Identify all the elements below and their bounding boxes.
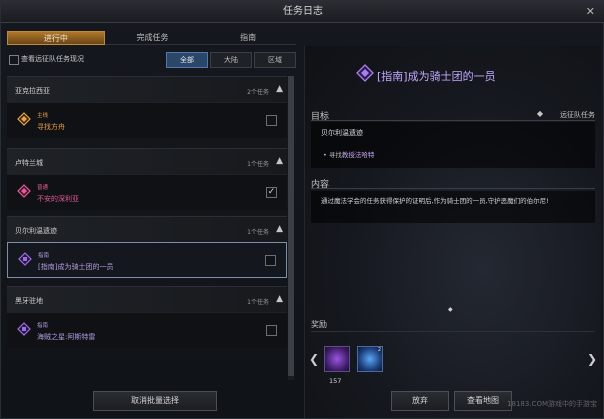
objective-item: • 寻找教授法哈特	[323, 149, 374, 159]
close-icon[interactable]: ✕	[586, 1, 595, 23]
objective-npc-link[interactable]: 教授法哈特	[342, 151, 375, 159]
scope-all-button[interactable]: 全部	[166, 52, 208, 68]
group-count: 1个任务	[247, 161, 269, 168]
group-title: 黑牙驻地	[15, 297, 43, 305]
group-title: 亚克拉西亚	[15, 87, 50, 95]
guide-quest-emblem-icon	[356, 64, 374, 82]
tab-completed[interactable]: 完成任务	[104, 31, 201, 45]
content-box: 通过魔法学会的任务获得保护的证明后,作为骑士团的一员,守护恶魔们的伯尔尼!	[311, 191, 595, 223]
scope-continent-button[interactable]: 大陆	[210, 52, 252, 68]
party-mission-label: 远征队任务	[560, 111, 595, 119]
group-title: 卢特兰城	[15, 159, 43, 167]
reward-next-arrow-icon[interactable]: ❯	[587, 352, 597, 366]
quest-name: 不安的深利亚	[37, 195, 79, 203]
collapse-icon[interactable]: ▲	[276, 294, 283, 304]
objective-title: 贝尔利温遗迹	[321, 129, 363, 137]
quest-name: 海贼之星:阿斯特雷	[37, 333, 96, 341]
scrollbar-thumb[interactable]	[288, 76, 294, 376]
objective-box: 贝尔利温遗迹 • 寻找教授法哈特	[311, 122, 595, 168]
scope-region-button[interactable]: 区域	[254, 52, 296, 68]
quest-list: 亚克拉西亚 2个任务 ▲ 主线 寻找方舟 卢特兰城 1个任务 ▲ 普通 不安的深…	[7, 76, 287, 380]
objective-prefix: • 寻找	[323, 151, 342, 159]
reward-badge: 2	[377, 347, 381, 353]
reward-prev-arrow-icon[interactable]: ❮	[309, 352, 319, 366]
filter-row: 查看远征队任务现况 全部 大陆 区域	[7, 52, 296, 68]
quest-checkbox[interactable]	[265, 255, 276, 266]
group-count: 2个任务	[247, 89, 269, 96]
quest-checkbox[interactable]	[266, 115, 277, 126]
checkmark-icon: ✓	[267, 187, 276, 197]
reward-item-slot[interactable]: 2	[357, 346, 383, 372]
reward-count: 157	[329, 377, 342, 385]
divider	[311, 188, 595, 189]
quest-title: [指南]成为骑士团的一员	[377, 70, 496, 83]
group-header[interactable]: 亚克拉西亚 2个任务 ▲	[7, 76, 287, 102]
quest-type: 指南	[37, 323, 49, 329]
divider	[311, 331, 595, 332]
scope-filter: 全部 大陆 区域	[166, 52, 296, 68]
quest-type: 普通	[37, 185, 49, 191]
tab-guide[interactable]: 指南	[200, 31, 297, 45]
quest-log-window: 任务日志 ✕ 进行中 完成任务 指南 查看远征队任务现况 全部 大陆 区域 亚克…	[0, 0, 604, 419]
group-count: 1个任务	[247, 299, 269, 306]
view-party-label: 查看远征队任务现况	[21, 55, 84, 63]
guide-quest-icon	[17, 322, 31, 336]
group-count: 1个任务	[247, 229, 269, 236]
watermark: 18183.COM游戏中的手游宝	[507, 400, 597, 408]
quest-name: [指南]成为骑士团的一员	[38, 263, 114, 271]
collapse-icon[interactable]: ▲	[276, 156, 283, 166]
title-bar: 任务日志 ✕	[1, 1, 604, 23]
abandon-button[interactable]: 放弃	[391, 391, 449, 411]
quest-list-scrollbar[interactable]	[288, 76, 294, 380]
content-text: 通过魔法学会的任务获得保护的证明后,作为骑士团的一员,守护恶魔们的伯尔尼!	[321, 197, 549, 205]
quest-tabs: 进行中 完成任务 指南	[7, 31, 297, 45]
reward-label: 奖励	[311, 320, 327, 329]
group-header[interactable]: 黑牙驻地 1个任务 ▲	[7, 286, 287, 312]
quest-type: 主线	[37, 113, 49, 119]
group-title: 贝尔利温遗迹	[15, 227, 57, 235]
quest-detail-panel: [指南]成为骑士团的一员 目标 ◆ 远征队任务 贝尔利温遗迹 • 寻找教授法哈特…	[304, 46, 601, 418]
group-header[interactable]: 卢特兰城 1个任务 ▲	[7, 148, 287, 174]
view-party-checkbox[interactable]	[9, 55, 19, 65]
quest-item[interactable]: 主线 寻找方舟	[7, 102, 287, 138]
quest-checkbox[interactable]	[266, 325, 277, 336]
divider	[311, 120, 595, 121]
view-map-button[interactable]: 查看地图	[454, 391, 512, 411]
cancel-batch-select-button[interactable]: 取消批量选择	[93, 391, 217, 411]
quest-item[interactable]: 指南 海贼之星:阿斯特雷	[7, 312, 287, 348]
main-quest-icon	[17, 112, 31, 126]
quest-type: 指南	[38, 253, 50, 259]
quest-item[interactable]: 普通 不安的深利亚 ✓	[7, 174, 287, 210]
quest-item-selected[interactable]: 指南 [指南]成为骑士团的一员	[7, 242, 287, 278]
reward-item-slot[interactable]	[324, 346, 350, 372]
guide-quest-icon	[18, 252, 32, 266]
divider-ornament-icon: ◆	[448, 306, 453, 313]
collapse-icon[interactable]: ▲	[276, 84, 283, 94]
collapse-icon[interactable]: ▲	[276, 224, 283, 234]
group-header[interactable]: 贝尔利温遗迹 1个任务 ▲	[7, 216, 287, 242]
quest-checkbox[interactable]: ✓	[266, 187, 277, 198]
quest-name: 寻找方舟	[37, 123, 65, 131]
normal-quest-icon	[17, 184, 31, 198]
window-title: 任务日志	[283, 6, 323, 17]
tab-in-progress[interactable]: 进行中	[7, 31, 105, 45]
party-mission-icon: ◆	[536, 109, 543, 118]
